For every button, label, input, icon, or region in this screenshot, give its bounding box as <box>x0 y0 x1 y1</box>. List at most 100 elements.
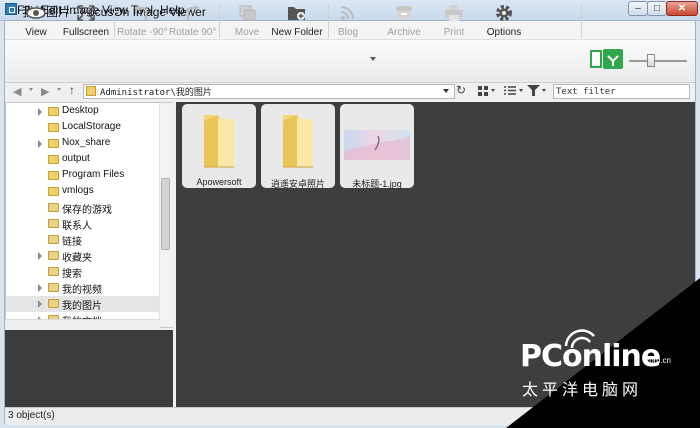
tree-item[interactable]: Desktop <box>6 104 161 120</box>
file-item-label: Apowersoft <box>196 177 242 187</box>
maximize-button[interactable]: □ <box>647 1 667 16</box>
tree-item-label: 收藏夹 <box>62 253 92 264</box>
new-folder-button[interactable]: New Folder <box>270 2 324 40</box>
file-item[interactable]: 逍遥安卓照片 <box>261 104 335 189</box>
back-arrow-icon[interactable]: ◀ <box>13 85 21 98</box>
grid-view-icon[interactable] <box>478 86 488 96</box>
folder-icon <box>204 115 234 168</box>
rotate-left-button[interactable]: Rotate -90° <box>117 2 168 40</box>
toolbar-separator <box>328 4 329 38</box>
up-arrow-icon[interactable]: ↑ <box>69 83 75 97</box>
folder-icon <box>48 139 59 148</box>
toolbar-separator <box>581 4 582 38</box>
file-item[interactable]: Apowersoft <box>182 104 256 188</box>
refresh-icon[interactable]: ↻ <box>456 83 466 97</box>
text-filter-box[interactable] <box>553 84 690 99</box>
folder-icon <box>48 123 59 132</box>
tree-item-label: Desktop <box>62 105 99 116</box>
options-button[interactable]: Options <box>485 2 523 40</box>
watermark-logo: PConline <box>520 339 661 374</box>
view-dropdown-icon[interactable] <box>491 89 495 92</box>
folder-icon <box>48 171 59 180</box>
forward-arrow-icon[interactable]: ▶ <box>41 85 49 98</box>
folder-icon <box>48 155 59 164</box>
folder-icon <box>283 115 313 168</box>
tree-item[interactable]: 搜索 <box>6 264 161 280</box>
blog-label: Blog <box>337 27 358 38</box>
zoom-slider-track[interactable] <box>629 60 687 62</box>
filter-icon[interactable] <box>527 85 540 96</box>
tree-item[interactable]: 保存的游戏 <box>6 200 161 216</box>
text-filter-input[interactable] <box>556 85 686 98</box>
move-button[interactable]: Move <box>228 2 266 40</box>
new-folder-label: New Folder <box>271 27 323 38</box>
folder-icon <box>48 187 59 196</box>
watermark-domain: .com.cn <box>643 356 672 365</box>
tree-item[interactable]: output <box>6 152 161 168</box>
tree-item[interactable]: Program Files <box>6 168 161 184</box>
tree-item[interactable]: Nox_share <box>6 136 161 152</box>
move-label: Move <box>234 27 260 38</box>
folder-icon <box>48 299 59 308</box>
expand-arrow-icon[interactable] <box>38 300 42 308</box>
options-label: Options <box>486 27 522 38</box>
tree-item-label: 我的图片 <box>62 301 102 312</box>
fullscreen-label: Fullscreen <box>62 27 110 38</box>
tree-scrollbar-thumb[interactable] <box>161 178 170 250</box>
tree-item[interactable]: 链接 <box>6 232 161 248</box>
zoom-slider-thumb[interactable] <box>647 54 655 67</box>
rotate-right-button[interactable]: Rotate 90° <box>169 2 217 40</box>
expand-arrow-icon[interactable] <box>38 252 42 260</box>
tree-item-label: output <box>62 153 90 164</box>
expand-arrow-icon[interactable] <box>38 108 42 116</box>
folder-icon <box>48 235 59 244</box>
tree-item[interactable]: 我的图片 <box>6 296 161 312</box>
forward-dropdown-icon[interactable] <box>57 88 61 91</box>
image-thumbnail <box>344 130 410 160</box>
folder-icon <box>48 251 59 260</box>
gear-icon <box>496 5 512 21</box>
filter-dropdown-icon[interactable] <box>542 89 546 92</box>
blog-button[interactable]: Blog <box>334 2 362 40</box>
sort-dropdown-icon[interactable] <box>519 89 523 92</box>
close-button[interactable]: ✕ <box>666 1 698 16</box>
tree-item-label: 我的视频 <box>62 285 102 296</box>
tree-item-label: vmlogs <box>62 185 94 196</box>
rotate-right-icon <box>186 5 200 20</box>
address-path: Administrator\我的图片 <box>100 88 212 98</box>
file-item[interactable]: 未标题-1.jpg <box>340 104 414 189</box>
thumbnail-view-icon[interactable] <box>590 48 624 70</box>
tree-item-label: 保存的游戏 <box>62 205 112 216</box>
sort-icon[interactable] <box>503 85 517 96</box>
folder-icon <box>86 86 96 96</box>
tree-item-label: LocalStorage <box>62 121 121 132</box>
tree-item[interactable]: 我的视频 <box>6 280 161 296</box>
watermark-chinese: 太平洋电脑网 <box>522 380 643 399</box>
print-button[interactable]: Print <box>437 2 471 40</box>
eye-icon <box>26 7 46 19</box>
back-dropdown-icon[interactable] <box>29 88 33 91</box>
folder-icon <box>48 267 59 276</box>
tree-item-label: 链接 <box>62 237 82 248</box>
fullscreen-button[interactable]: Fullscreen <box>62 2 110 40</box>
view-button[interactable]: View <box>16 2 56 40</box>
move-icon <box>239 5 256 21</box>
rotate-right-label: Rotate 90° <box>169 27 217 38</box>
tree-item[interactable]: LocalStorage <box>6 120 161 136</box>
minimize-button[interactable]: – <box>628 1 648 16</box>
tree-item-label: 搜索 <box>62 269 82 280</box>
tree-horizontal-scrollbar[interactable] <box>5 319 160 328</box>
expand-arrow-icon[interactable] <box>38 140 42 148</box>
tree-item[interactable]: 收藏夹 <box>6 248 161 264</box>
expand-arrow-icon[interactable] <box>38 284 42 292</box>
tree-item[interactable]: vmlogs <box>6 184 161 200</box>
tree-item-label: 联系人 <box>62 221 92 232</box>
address-dropdown-icon[interactable] <box>443 89 449 93</box>
folder-icon <box>48 203 59 212</box>
tree-item[interactable]: 联系人 <box>6 216 161 232</box>
toolbar-separator <box>219 4 220 38</box>
blog-dropdown-icon[interactable] <box>370 57 376 61</box>
file-item-label: 逍遥安卓照片 <box>270 179 325 189</box>
archive-button[interactable]: Archive <box>385 2 423 40</box>
rotate-left-icon <box>134 5 148 20</box>
